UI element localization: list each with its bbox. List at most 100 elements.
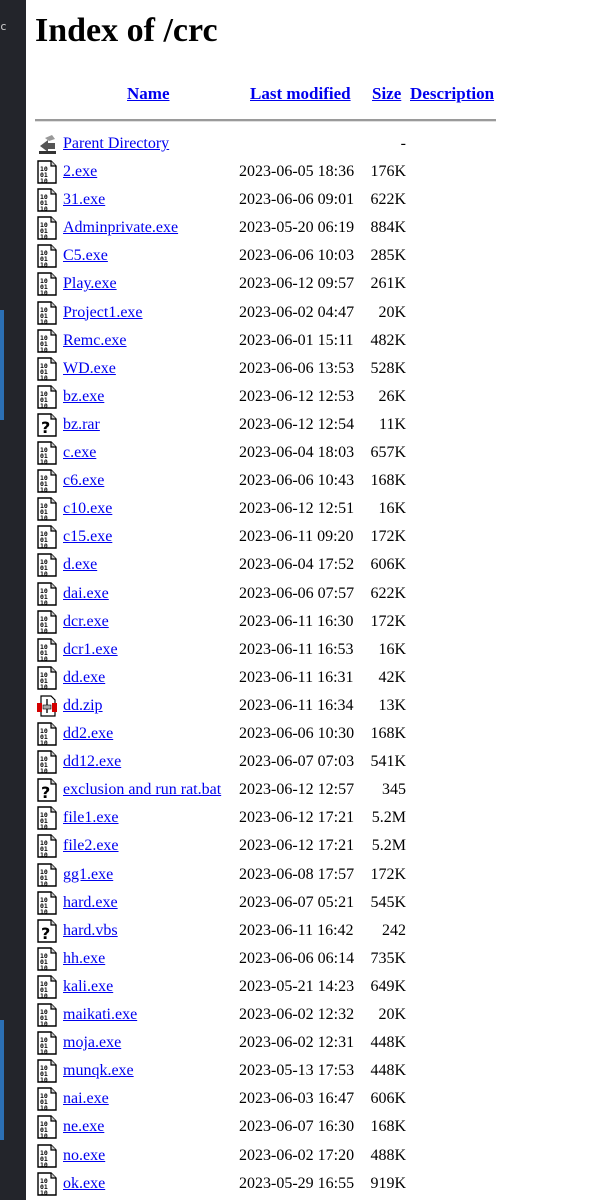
parent-directory-link[interactable]: Parent Directory [63,135,169,153]
column-header-name: Name [127,84,169,104]
svg-text:10: 10 [40,880,48,887]
file-link[interactable]: Play.exe [63,275,117,293]
file-link[interactable]: moja.exe [63,1034,121,1052]
svg-text:?: ? [41,783,50,802]
binary-icon: 10 01 10 [36,947,58,972]
file-link[interactable]: ok.exe [63,1175,105,1193]
svg-text:10: 10 [40,851,48,858]
file-link[interactable]: bz.rar [63,416,100,434]
file-row: 10 01 10 31.exe 2023-06-06 09:01 622K [26,187,594,215]
file-link[interactable]: WD.exe [63,360,116,378]
file-link[interactable]: munqk.exe [63,1062,134,1080]
svg-text:10: 10 [40,318,48,325]
file-link[interactable]: no.exe [63,1147,105,1165]
binary-icon: 10 01 10 [36,1171,58,1197]
file-link[interactable]: kali.exe [63,978,113,996]
sort-by-description-link[interactable]: Description [410,84,494,103]
directory-listing-page: Index of /crc Name Last modified Size De… [26,0,594,1200]
file-link[interactable]: Adminprivate.exe [63,219,178,237]
file-row: 10 01 10 dd12.exe 2023-06-07 07:03 541K [26,749,594,777]
file-date: 2023-06-06 10:43 [239,472,355,490]
file-link[interactable]: dd.zip [63,697,103,715]
file-row: 10 01 10 ne.exe 2023-06-07 16:30 168K [26,1114,594,1142]
file-size: 482K [370,331,406,349]
header-divider [35,119,496,122]
file-link[interactable]: c6.exe [63,472,104,490]
file-size: 285K [370,247,406,265]
file-link[interactable]: nai.exe [63,1090,109,1108]
file-link[interactable]: 2.exe [63,163,97,181]
editor-edge-glyph: c [0,20,7,33]
file-link[interactable]: file2.exe [63,837,119,855]
file-date: 2023-06-11 16:31 [239,668,354,686]
file-link[interactable]: hard.vbs [63,922,118,940]
file-row: 10 01 10 Remc.exe 2023-06-01 15:11 482K [26,328,594,356]
file-link[interactable]: dd12.exe [63,753,121,771]
binary-icon: 10 01 10 [36,216,58,241]
file-link[interactable]: dd2.exe [63,725,113,743]
file-link[interactable]: c.exe [63,444,96,462]
file-link[interactable]: 31.exe [63,191,105,209]
file-link[interactable]: Project1.exe [63,304,143,322]
file-size: 172K [370,528,406,546]
file-link[interactable]: dcr1.exe [63,641,118,659]
svg-text:10: 10 [40,1020,48,1027]
svg-text:10: 10 [40,964,48,971]
file-date: 2023-06-12 12:54 [239,415,355,433]
file-row: 10 01 10 d.exe 2023-06-04 17:52 606K [26,552,594,580]
file-row: 10 01 10 dai.exe 2023-06-06 07:57 622K [26,581,594,609]
back-arrow-icon [36,132,58,156]
file-size: 168K [370,472,406,490]
binary-icon: 10 01 10 [36,975,58,1000]
binary-icon: 10 01 10 [36,1143,58,1169]
file-row: 10 01 10 hard.exe 2023-06-07 05:21 545K [26,890,594,918]
file-date: 2023-06-06 10:03 [239,247,355,265]
unknown-icon: ? [36,413,58,437]
sort-by-size-link[interactable]: Size [372,84,401,103]
binary-icon: 10 01 10 [36,637,58,663]
file-size: 649K [370,977,406,995]
file-row: dd.zip 2023-06-11 16:34 13K [26,693,594,721]
file-row: ? hard.vbs 2023-06-11 16:42 242 [26,918,594,946]
file-date: 2023-05-21 14:23 [239,977,355,995]
file-size: 488K [370,1146,406,1164]
file-row: 10 01 10 Project1.exe 2023-06-02 04:47 20K [26,300,594,328]
svg-text:10: 10 [40,767,48,774]
file-link[interactable]: Remc.exe [63,332,127,350]
sort-by-name-link[interactable]: Name [127,84,169,103]
file-link[interactable]: file1.exe [63,809,119,827]
file-size: 528K [370,359,406,377]
svg-text:10: 10 [40,289,48,296]
sort-by-last-modified-link[interactable]: Last modified [250,84,351,103]
column-header-size: Size [372,84,401,104]
file-link[interactable]: c10.exe [63,500,112,518]
column-header-description: Description [410,84,494,104]
file-date: 2023-06-02 12:31 [239,1034,355,1052]
file-row: 10 01 10 Play.exe 2023-06-12 09:57 261K [26,271,594,299]
file-link[interactable]: hh.exe [63,950,105,968]
file-link[interactable]: c15.exe [63,528,112,546]
file-link[interactable]: gg1.exe [63,866,113,884]
file-link[interactable]: dcr.exe [63,613,109,631]
file-link[interactable]: hard.exe [63,894,118,912]
file-row: 10 01 10 bz.exe 2023-06-12 12:53 26K [26,384,594,412]
file-link[interactable]: ne.exe [63,1118,104,1136]
file-size: 5.2M [371,809,406,827]
binary-icon: 10 01 10 [36,834,58,859]
file-link[interactable]: maikati.exe [63,1006,137,1024]
file-link[interactable]: exclusion and run rat.bat [63,781,221,799]
file-date: 2023-06-06 09:01 [239,191,355,209]
file-link[interactable]: dd.exe [63,669,105,687]
file-link[interactable]: bz.exe [63,388,104,406]
file-size: 657K [370,444,406,461]
file-date: 2023-06-06 10:30 [239,725,355,742]
binary-icon: 10 01 10 [36,328,58,354]
file-link[interactable]: d.exe [63,556,97,574]
svg-text:10: 10 [40,908,48,915]
file-link[interactable]: dai.exe [63,585,109,603]
binary-icon: 10 01 10 [36,1115,58,1140]
file-link[interactable]: C5.exe [63,247,108,265]
binary-icon: 10 01 10 [36,862,58,888]
file-row: ? exclusion and run rat.bat 2023-06-12 12:… [26,777,594,805]
editor-highlight-bar [0,310,4,420]
